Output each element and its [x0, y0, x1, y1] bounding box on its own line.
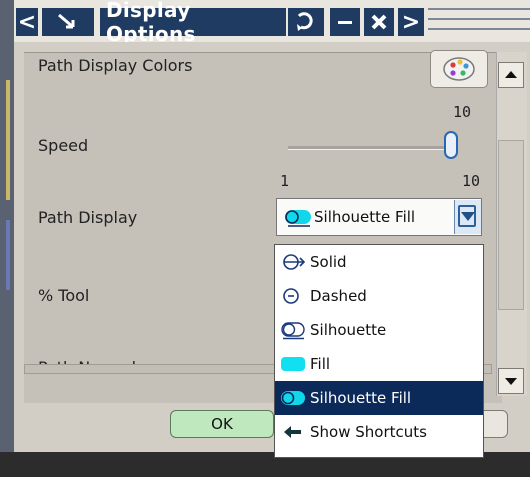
- speed-slider-thumb[interactable]: [444, 131, 458, 159]
- silhouette-fill-icon: [280, 388, 306, 408]
- fill-icon: [280, 354, 306, 374]
- solid-icon: [280, 252, 306, 272]
- show-shortcuts-icon: [280, 422, 306, 442]
- dropdown-item-solid[interactable]: Solid: [275, 245, 483, 279]
- dropdown-item-label: Solid: [310, 253, 347, 271]
- speed-max: 10: [462, 172, 481, 190]
- background-accent: [6, 220, 10, 290]
- palette-icon: [443, 57, 475, 81]
- scrollbar-thumb[interactable]: [498, 140, 524, 310]
- background-accent: [6, 80, 10, 200]
- arrow-up-icon: [505, 71, 517, 78]
- dropdown-item-label: Silhouette Fill: [310, 389, 412, 407]
- percent-tool-label: % Tool: [38, 286, 90, 305]
- scroll-up-button[interactable]: [498, 62, 524, 88]
- speed-label: Speed: [38, 136, 89, 155]
- collapse-icon[interactable]: [288, 8, 324, 36]
- dropdown-item-dashed[interactable]: Dashed: [275, 279, 483, 313]
- dropdown-item-silhouette[interactable]: Silhouette: [275, 313, 483, 347]
- minimize-icon[interactable]: [330, 8, 360, 36]
- scroll-down-button[interactable]: [498, 368, 524, 394]
- path-display-dropdown: Solid Dashed Silhouette Fill Silhouette …: [274, 244, 484, 458]
- dropdown-arrow-button[interactable]: [454, 200, 481, 234]
- ok-button[interactable]: OK: [170, 410, 274, 438]
- dialog-title: Display Options: [100, 0, 286, 46]
- title-bar-grip: [428, 6, 530, 38]
- dropdown-item-show-shortcuts[interactable]: Show Shortcuts: [275, 415, 483, 449]
- background-left-strip: [0, 0, 14, 477]
- speed-value: 10: [453, 103, 472, 121]
- dropdown-item-silhouette-fill[interactable]: Silhouette Fill: [275, 381, 483, 415]
- dropdown-item-fill[interactable]: Fill: [275, 347, 483, 381]
- dropdown-item-label: Silhouette: [310, 321, 387, 339]
- dropdown-item-label: Dashed: [310, 287, 367, 305]
- close-icon[interactable]: [364, 8, 394, 36]
- color-palette-button[interactable]: [430, 50, 488, 88]
- nav-left-button[interactable]: <: [16, 8, 38, 36]
- speed-min: 1: [280, 172, 290, 190]
- nav-right-button[interactable]: >: [398, 8, 424, 36]
- dropdown-item-label: Show Shortcuts: [310, 423, 427, 441]
- arrow-down-icon: [505, 378, 517, 385]
- path-display-colors-label: Path Display Colors: [38, 56, 193, 75]
- cancel-button[interactable]: [480, 410, 508, 438]
- silhouette-fill-icon: [284, 206, 312, 232]
- speed-slider-track[interactable]: [288, 146, 458, 150]
- dock-arrow-icon[interactable]: [42, 8, 94, 36]
- path-display-label: Path Display: [38, 208, 138, 227]
- silhouette-icon: [280, 320, 306, 340]
- dropdown-item-label: Fill: [310, 355, 331, 373]
- path-display-value: Silhouette Fill: [314, 208, 416, 226]
- dashed-icon: [280, 286, 306, 306]
